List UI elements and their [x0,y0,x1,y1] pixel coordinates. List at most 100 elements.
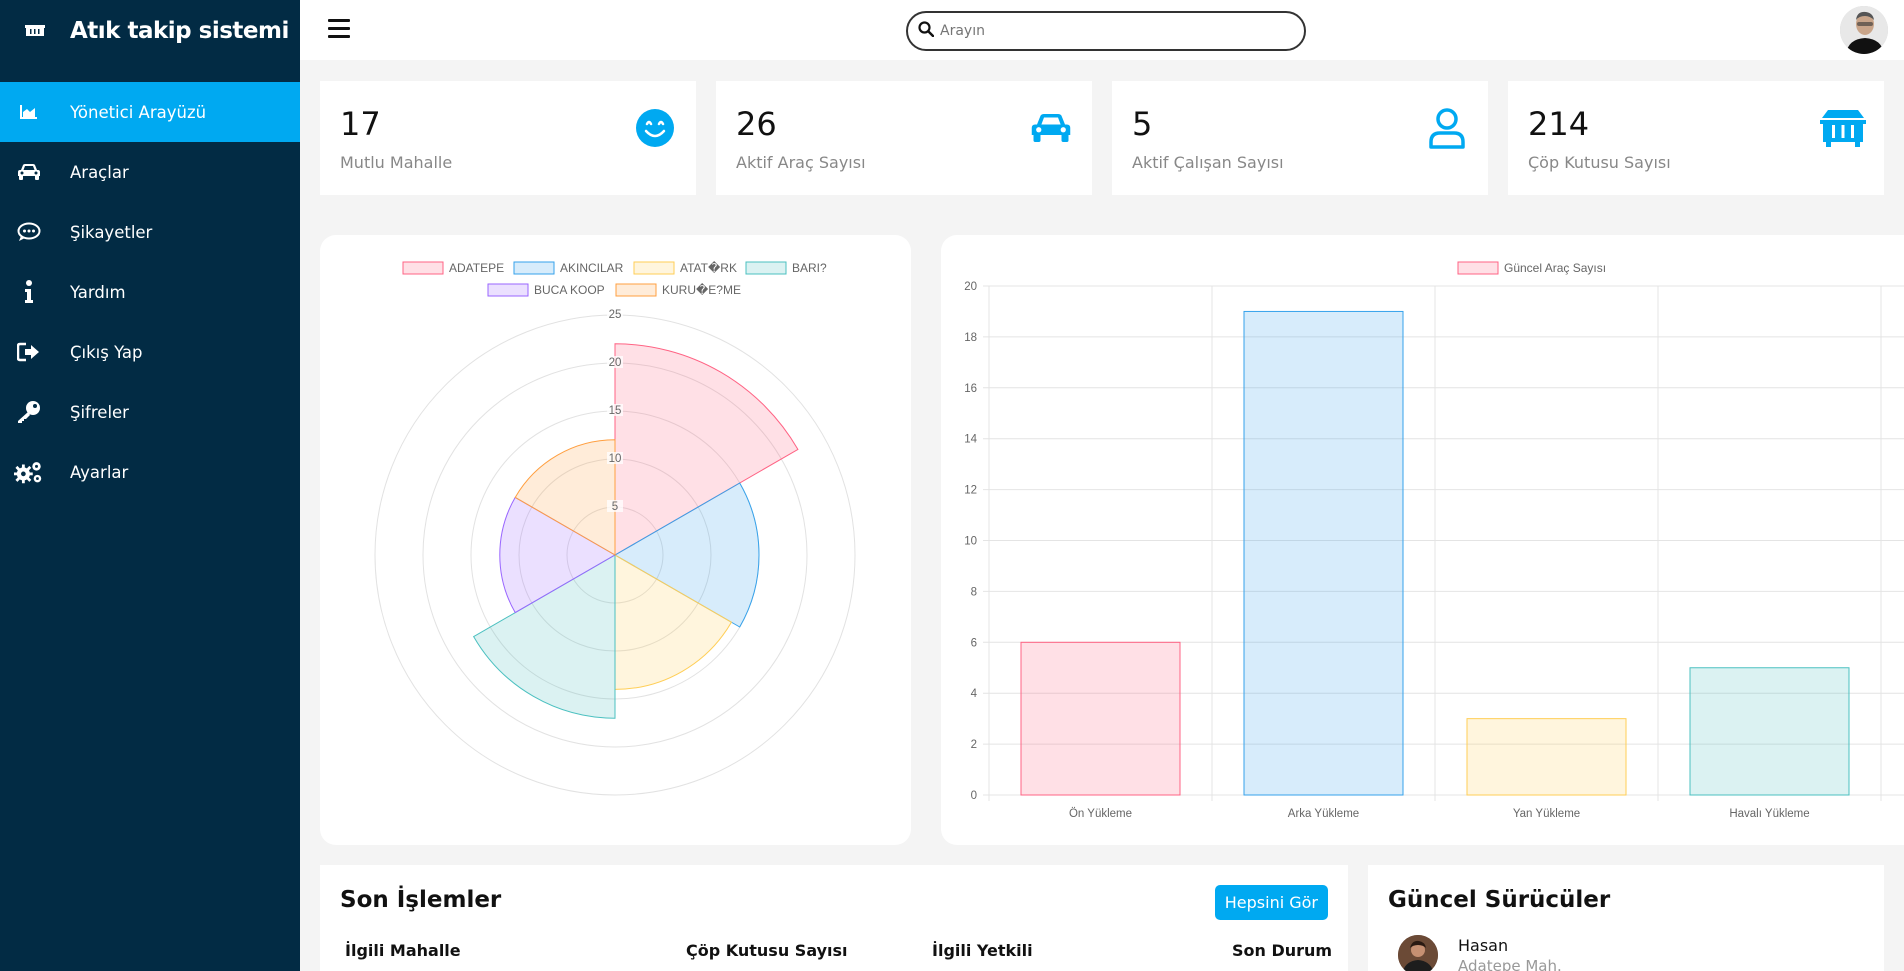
see-all-button[interactable]: Hepsini Gör [1214,885,1328,920]
dumpster-icon [1820,105,1866,151]
driver-name: Hasan [1458,936,1509,955]
tick-label: 20 [609,357,622,369]
stat-label: Çöp Kutusu Sayısı [1528,153,1671,172]
legend-label: AKINCILAR [560,261,624,275]
comments-icon [14,217,44,247]
brand[interactable]: Atık takip sistemi [0,0,300,62]
legend-item: AKINCILAR [513,261,624,275]
y-tick-label: 14 [964,434,977,446]
sidebar-nav: Yönetici Arayüzü Araçlar Şikayetler Yard… [0,82,300,502]
y-tick-label: 12 [964,485,977,497]
current-drivers-panel: Güncel Sürücüler Hasan Adatepe Mah. [1368,865,1884,971]
polar-area-chart: ADATEPE AKINCILAR ATAT�RK BARI? BUCA KOOP KUR… [374,261,856,796]
stat-card-aktif-arac: 26 Aktif Araç Sayısı [716,81,1092,195]
avatar[interactable] [1840,6,1888,54]
sidebar-item-cikis-yap[interactable]: Çıkış Yap [0,322,300,382]
legend-swatch [633,261,675,275]
stat-value: 5 [1132,105,1153,143]
user-icon [1424,105,1470,151]
column-header: İlgili Yetkili [932,941,1033,960]
y-tick-label: 0 [971,790,977,802]
legend-label: KURU�E?ME [662,283,741,297]
legend-swatch [1457,261,1499,275]
x-tick-label: Yan Yükleme [1513,808,1580,820]
tick-label: 10 [609,453,622,465]
y-tick-label: 8 [971,586,977,598]
brand-title: Atık takip sistemi [70,18,289,44]
y-tick-label: 2 [971,739,977,751]
search-bar[interactable] [906,11,1306,51]
stat-label: Mutlu Mahalle [340,153,453,172]
sidebar-item-label: Çıkış Yap [70,342,143,362]
sidebar-item-label: Yardım [70,282,126,302]
stat-value: 17 [340,105,381,143]
chart-area-icon [14,97,44,127]
search-input[interactable] [940,23,1270,39]
x-tick-label: Havalı Yükleme [1729,808,1809,820]
recent-activity-title: Son İşlemler [340,887,502,913]
y-tick-label: 10 [964,536,977,548]
sidebar-item-label: Yönetici Arayüzü [70,102,207,122]
sidebar-item-sikayetler[interactable]: Şikayetler [0,202,300,262]
sidebar: Atık takip sistemi Yönetici Arayüzü Araç… [0,0,300,971]
cogs-icon [14,457,44,487]
driver-location: Adatepe Mah. [1458,957,1562,971]
sidebar-item-sifreler[interactable]: Şifreler [0,382,300,442]
bar [1020,641,1181,796]
tick-label: 25 [609,309,622,321]
stat-card-mutlu-mahalle: 17 Mutlu Mahalle [320,81,696,195]
bar [1689,667,1850,796]
y-tick-label: 16 [964,383,977,395]
sidebar-item-yardim[interactable]: Yardım [0,262,300,322]
legend-swatch [745,261,787,275]
column-header: Son Durum [1232,941,1333,960]
column-header: Çöp Kutusu Sayısı [686,941,848,960]
bar [1243,310,1404,796]
y-tick-label: 18 [964,332,977,344]
x-tick-label: Arka Yükleme [1288,808,1359,820]
search-icon [918,21,935,41]
stat-label: Aktif Araç Sayısı [736,153,866,172]
legend-item: KURU�E?ME [615,283,741,297]
y-tick-label: 20 [964,281,977,293]
sign-out-icon [14,337,44,367]
legend-label: BARI? [792,261,827,275]
legend-label: ADATEPE [449,261,504,275]
legend-swatch [402,261,444,275]
info-icon [14,277,44,307]
bar [1466,718,1627,796]
legend-swatch [615,283,657,297]
sidebar-item-label: Ayarlar [70,462,129,482]
legend-item: BARI? [745,261,827,275]
recent-activity-panel: Son İşlemler Hepsini Gör İlgili Mahalle … [320,865,1348,971]
legend-label: ATAT�RK [680,261,737,275]
legend-label: Güncel Araç Sayısı [1504,261,1606,275]
bar-chart-panel: Güncel Araç Sayısı 0 2 4 6 8 10 12 14 16 18 20 Ön Yü… [941,235,1904,845]
sidebar-item-yonetici-arayuzu[interactable]: Yönetici Arayüzü [0,82,300,142]
stat-card-cop-kutusu: 214 Çöp Kutusu Sayısı [1508,81,1884,195]
sidebar-item-araclar[interactable]: Araçlar [0,142,300,202]
sidebar-item-label: Şikayetler [70,222,153,242]
stat-card-aktif-calisan: 5 Aktif Çalışan Sayısı [1112,81,1488,195]
legend-label: BUCA KOOP [534,283,605,297]
driver-avatar [1398,935,1438,971]
menu-toggle-icon[interactable] [328,19,350,39]
car-icon [1028,105,1074,151]
current-drivers-title: Güncel Sürücüler [1388,887,1611,913]
car-icon [14,157,44,187]
legend-item: ATAT�RK [633,261,737,275]
sidebar-item-label: Şifreler [70,402,129,422]
stat-value: 214 [1528,105,1590,143]
legend-item: ADATEPE [402,261,504,275]
stat-value: 26 [736,105,777,143]
sidebar-item-label: Araçlar [70,162,129,182]
key-icon [14,397,44,427]
topbar [300,0,1904,60]
polar-chart-panel: ADATEPE AKINCILAR ATAT�RK BARI? BUCA KOOP KUR… [320,235,911,845]
y-tick-label: 6 [971,637,977,649]
legend-item: BUCA KOOP [487,283,605,297]
legend-swatch [513,261,555,275]
x-tick-label: Ön Yükleme [1069,808,1132,820]
bar-chart: Güncel Araç Sayısı 0 2 4 6 8 10 12 14 16 18 20 Ön Yü… [964,261,1904,820]
sidebar-item-ayarlar[interactable]: Ayarlar [0,442,300,502]
